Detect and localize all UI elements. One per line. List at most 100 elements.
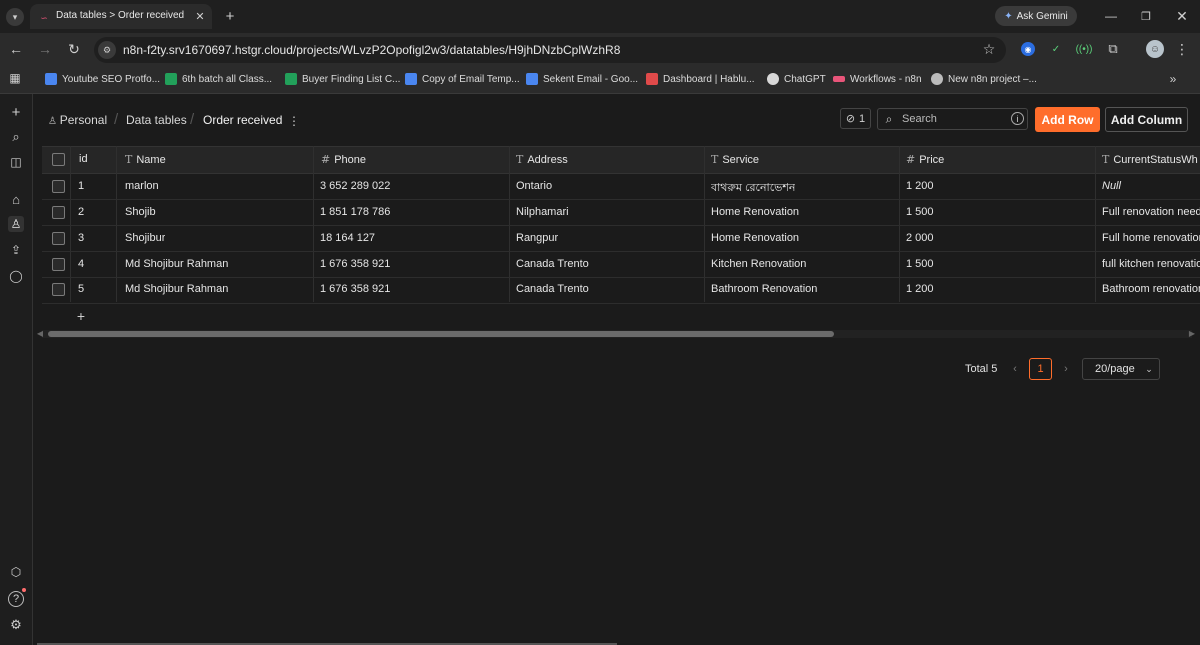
breadcrumb-data-tables[interactable]: Data tables [126,113,187,127]
cell-price[interactable]: 1 200 [906,283,934,295]
cell-address[interactable]: Rangpur [516,232,558,244]
prev-page-icon[interactable]: ‹ [1010,362,1020,376]
add-icon[interactable]: + [8,104,24,121]
column-header-id[interactable]: id [79,153,88,165]
row-checkbox[interactable] [52,180,65,193]
settings-gear-icon[interactable]: ⚙ [8,617,24,633]
bookmark-item[interactable]: 6th batch all Class... [165,70,272,88]
next-page-icon[interactable]: › [1061,362,1071,376]
column-header-address[interactable]: T Address [516,153,568,166]
select-all-checkbox[interactable] [52,153,65,166]
restore-icon[interactable]: ❐ [1139,8,1153,24]
cell-name[interactable]: Md Shojibur Rahman [125,258,228,270]
scroll-right-icon[interactable]: ▶ [1188,330,1196,338]
add-row-inline-button[interactable]: + [74,308,88,324]
extensions-puzzle-icon[interactable]: ⧉ [1105,41,1121,57]
cell-phone[interactable]: 1 851 178 786 [320,206,390,218]
bookmark-item[interactable]: Copy of Email Temp... [405,70,520,88]
cell-address[interactable]: Ontario [516,180,552,192]
row-checkbox[interactable] [52,283,65,296]
home-icon[interactable]: ⌂ [8,191,24,207]
cell-address[interactable]: Nilphamari [516,206,569,218]
bookmark-item[interactable]: Workflows - n8n [833,70,922,88]
table-row[interactable] [42,174,1200,200]
collapse-sidebar-icon[interactable]: ◫ [8,154,24,170]
column-header-price[interactable]: # Price [906,153,944,166]
bookmark-item[interactable]: Sekent Email - Goo... [526,70,638,88]
cell-service[interactable]: Kitchen Renovation [711,258,806,270]
cell-id[interactable]: 2 [78,206,84,218]
user-icon[interactable]: ♙ [8,216,24,232]
share-icon[interactable]: ⇪ [8,242,24,258]
close-window-icon[interactable]: ✕ [1174,8,1190,24]
cell-name[interactable]: marlon [125,180,159,192]
bookmark-star-icon[interactable]: ☆ [981,41,997,57]
search-icon[interactable]: ⌕ [8,129,24,145]
cell-service[interactable]: Home Renovation [711,232,799,244]
row-checkbox[interactable] [52,232,65,245]
forward-icon[interactable]: → [37,41,53,57]
scrollbar-thumb[interactable] [48,331,834,337]
cell-name[interactable]: Shojibur [125,232,165,244]
cell-address[interactable]: Canada Trento [516,283,589,295]
cell-id[interactable]: 1 [78,180,84,192]
cell-service[interactable]: Bathroom Renovation [711,283,817,295]
column-header-name[interactable]: T Name [125,153,166,166]
info-icon[interactable]: i [1011,112,1024,125]
back-icon[interactable]: ← [8,41,24,57]
cell-status[interactable]: Bathroom renovation [1102,283,1200,295]
cell-phone[interactable]: 18 164 127 [320,232,375,244]
cell-price[interactable]: 1 200 [906,180,934,192]
bookmark-item[interactable]: Dashboard | Hablu... [646,70,755,88]
cell-price[interactable]: 2 000 [906,232,934,244]
row-checkbox[interactable] [52,206,65,219]
bookmark-item[interactable]: Youtube SEO Protfo... [45,70,160,88]
bookmark-item[interactable]: New n8n project –... [931,70,1037,88]
reload-icon[interactable]: ↻ [66,41,82,57]
extension-check-icon[interactable]: ✓ [1049,42,1063,56]
cell-id[interactable]: 4 [78,258,84,270]
cell-service[interactable]: বাথরুম রেনোভেশন [711,179,795,198]
browser-menu-icon[interactable]: ⋮ [1175,41,1189,57]
table-row[interactable] [42,226,1200,252]
profile-avatar[interactable]: ☺ [1146,40,1164,58]
bookmarks-overflow-button[interactable]: » [1166,71,1180,87]
close-tab-icon[interactable]: ✕ [193,9,207,23]
scroll-left-icon[interactable]: ◀ [36,330,44,338]
cell-address[interactable]: Canada Trento [516,258,589,270]
cell-status[interactable]: full kitchen renovatio [1102,258,1200,270]
table-row[interactable] [42,200,1200,226]
cell-price[interactable]: 1 500 [906,206,934,218]
cell-name[interactable]: Shojib [125,206,156,218]
breadcrumb-personal[interactable]: Personal [60,113,107,127]
cell-id[interactable]: 3 [78,232,84,244]
apps-grid-icon[interactable]: ▦ [8,71,22,85]
cell-price[interactable]: 1 500 [906,258,934,270]
row-checkbox[interactable] [52,258,65,271]
column-header-phone[interactable]: # Phone [321,153,366,166]
cell-phone[interactable]: 3 652 289 022 [320,180,390,192]
linked-count-badge[interactable]: ⊘ 1 [840,108,871,129]
bookmark-item[interactable]: ChatGPT [767,70,826,88]
cell-status[interactable]: Null [1102,180,1200,192]
chat-icon[interactable]: ◯ [8,268,24,284]
ask-gemini-button[interactable]: ✦ Ask Gemini [995,6,1077,26]
site-info-icon[interactable]: ⚙ [98,41,116,59]
search-input[interactable] [877,108,1028,130]
new-tab-icon[interactable]: + [222,8,238,25]
cell-name[interactable]: Md Shojibur Rahman [125,283,228,295]
cell-status[interactable]: Full renovation need [1102,206,1200,218]
add-column-button[interactable]: Add Column [1105,107,1188,132]
page-1-button[interactable]: 1 [1029,358,1052,380]
column-header-service[interactable]: T Service [711,153,759,166]
minimize-icon[interactable]: — [1104,8,1118,24]
bookmark-item[interactable]: Buyer Finding List C... [285,70,400,88]
cell-phone[interactable]: 1 676 358 921 [320,283,390,295]
cell-service[interactable]: Home Renovation [711,206,799,218]
cell-phone[interactable]: 1 676 358 921 [320,258,390,270]
templates-icon[interactable]: ⬡ [8,564,24,580]
add-row-button[interactable]: Add Row [1035,107,1100,132]
more-options-icon[interactable]: ⋮ [288,114,300,128]
column-header-current-status[interactable]: T CurrentStatusWh [1102,153,1200,166]
help-icon[interactable]: ? [8,591,24,607]
